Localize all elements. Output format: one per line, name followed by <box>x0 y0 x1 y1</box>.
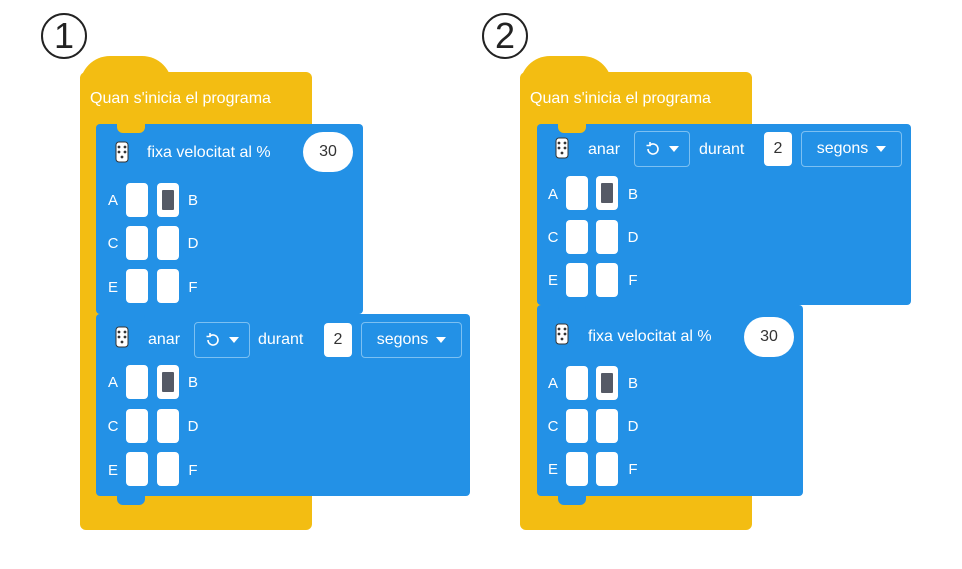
set-speed-label: fixa velocitat al % <box>588 328 712 345</box>
counterclockwise-icon <box>646 142 659 155</box>
unit-dropdown[interactable]: segons <box>361 322 462 358</box>
port-e[interactable] <box>566 452 588 486</box>
unit-label: segons <box>816 140 869 157</box>
speed-value-input[interactable]: 30 <box>744 317 794 357</box>
port-b[interactable] <box>596 366 618 400</box>
port-d[interactable] <box>157 409 179 443</box>
block-notch <box>558 303 586 312</box>
port-f[interactable] <box>596 452 618 486</box>
port-c[interactable] <box>126 226 148 260</box>
port-c[interactable] <box>126 409 148 443</box>
run-label: anar <box>148 331 181 348</box>
counterclockwise-icon <box>206 333 219 346</box>
port-label-e: E <box>107 279 118 296</box>
port-label-f: F <box>628 461 638 478</box>
port-e[interactable] <box>566 263 588 297</box>
port-f[interactable] <box>157 269 179 303</box>
step-number-1: 1 <box>41 13 87 59</box>
port-b[interactable] <box>157 183 179 217</box>
motor-icon <box>555 137 569 159</box>
motor-icon <box>115 141 129 163</box>
port-label-a: A <box>547 186 558 203</box>
port-label-d: D <box>187 235 199 252</box>
port-label-e: E <box>107 462 118 479</box>
motor-icon <box>555 323 569 345</box>
port-d[interactable] <box>596 220 618 254</box>
direction-dropdown[interactable] <box>634 131 690 167</box>
port-label-c: C <box>107 418 119 435</box>
event-block-label: Quan s'inicia el programa <box>530 90 711 107</box>
port-c[interactable] <box>566 220 588 254</box>
port-a[interactable] <box>566 366 588 400</box>
duration-input[interactable]: 2 <box>324 323 352 357</box>
chevron-down-icon <box>669 146 679 152</box>
block-bottom-tab <box>558 496 586 505</box>
port-e[interactable] <box>126 269 148 303</box>
unit-label: segons <box>376 331 429 348</box>
port-label-d: D <box>627 418 639 435</box>
port-f[interactable] <box>157 452 179 486</box>
port-label-d: D <box>627 229 639 246</box>
port-label-a: A <box>107 192 118 209</box>
port-a[interactable] <box>126 183 148 217</box>
port-label-f: F <box>188 279 198 296</box>
run-label: anar <box>588 141 621 158</box>
chevron-down-icon <box>229 337 239 343</box>
port-b[interactable] <box>157 365 179 399</box>
set-speed-label: fixa velocitat al % <box>147 144 271 161</box>
block-notch <box>117 124 145 133</box>
port-c[interactable] <box>566 409 588 443</box>
port-d[interactable] <box>157 226 179 260</box>
duration-input[interactable]: 2 <box>764 132 792 166</box>
port-label-b: B <box>627 186 638 203</box>
port-b[interactable] <box>596 176 618 210</box>
port-label-c: C <box>547 418 559 435</box>
chevron-down-icon <box>436 337 447 343</box>
port-label-b: B <box>187 192 198 209</box>
port-a[interactable] <box>126 365 148 399</box>
speed-value-input[interactable]: 30 <box>303 132 353 172</box>
block-notch <box>117 312 145 321</box>
chevron-down-icon <box>876 146 887 152</box>
port-label-c: C <box>547 229 559 246</box>
port-label-f: F <box>188 462 198 479</box>
unit-dropdown[interactable]: segons <box>801 131 902 167</box>
port-label-a: A <box>107 374 118 391</box>
direction-dropdown[interactable] <box>194 322 250 358</box>
block-bottom-tab <box>117 496 145 505</box>
port-label-e: E <box>547 272 558 289</box>
port-label-b: B <box>187 374 198 391</box>
port-f[interactable] <box>596 263 618 297</box>
port-a[interactable] <box>566 176 588 210</box>
port-label-c: C <box>107 235 119 252</box>
motor-icon <box>115 326 129 348</box>
port-label-b: B <box>627 375 638 392</box>
port-d[interactable] <box>596 409 618 443</box>
durant-label: durant <box>699 141 745 158</box>
port-label-f: F <box>628 272 638 289</box>
event-block-label: Quan s'inicia el programa <box>90 90 271 107</box>
step-number-2: 2 <box>482 13 528 59</box>
durant-label: durant <box>258 331 304 348</box>
port-label-a: A <box>547 375 558 392</box>
port-label-d: D <box>187 418 199 435</box>
port-e[interactable] <box>126 452 148 486</box>
block-notch <box>558 124 586 133</box>
port-label-e: E <box>547 461 558 478</box>
